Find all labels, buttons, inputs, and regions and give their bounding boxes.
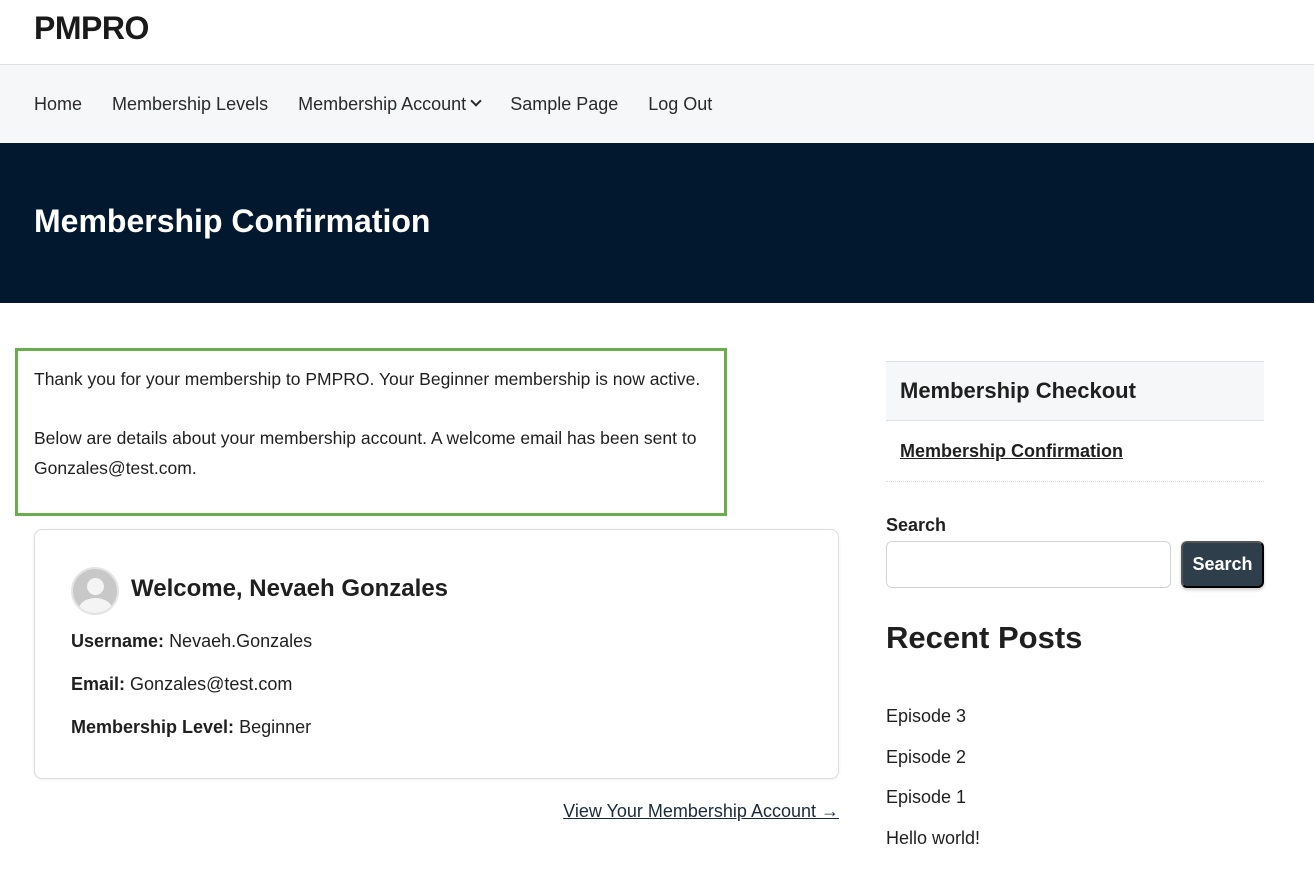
search-label: Search <box>886 515 947 535</box>
page-title: Membership Confirmation <box>34 203 431 239</box>
recent-posts-list: Episode 3 Episode 2 Episode 1 Hello worl… <box>886 704 980 867</box>
recent-post-link[interactable]: Episode 3 <box>886 704 980 745</box>
avatar-head <box>87 578 104 595</box>
email-row: Email: Gonzales@test.com <box>71 674 292 695</box>
username-label: Username: <box>71 631 165 651</box>
site-header: PMPRO <box>0 0 1314 65</box>
chevron-down-icon <box>470 95 482 107</box>
view-membership-account-link[interactable]: View Your Membership Account → <box>563 801 839 822</box>
checkout-nav-widget: Membership Checkout Membership Confirmat… <box>886 361 1264 482</box>
membership-level-row: Membership Level: Beginner <box>71 717 311 738</box>
email-value: Gonzales@test.com <box>130 674 293 694</box>
nav-item-home[interactable]: Home <box>34 94 82 115</box>
site-title[interactable]: PMPRO <box>34 10 149 47</box>
nav-item-label: Membership Levels <box>112 93 269 114</box>
avatar <box>71 567 119 615</box>
username-value: Nevaeh.Gonzales <box>169 631 313 651</box>
avatar-body <box>79 598 112 613</box>
recent-post-link[interactable]: Episode 1 <box>886 785 980 826</box>
nav-item-membership-account[interactable]: Membership Account <box>298 93 482 115</box>
checkout-nav-title: Membership Checkout <box>886 362 1264 421</box>
username-row: Username: Nevaeh.Gonzales <box>71 631 312 652</box>
confirmation-text-email: Below are details about your membership … <box>34 428 697 478</box>
nav-item-membership-levels[interactable]: Membership Levels <box>112 94 268 115</box>
nav-item-label: Sample Page <box>510 93 619 114</box>
welcome-heading: Welcome, Nevaeh Gonzales <box>131 575 449 602</box>
recent-post-link[interactable]: Hello world! <box>886 826 980 867</box>
account-card: Welcome, Nevaeh Gonzales Username: Nevae… <box>34 529 839 779</box>
search-button[interactable]: Search <box>1181 541 1264 588</box>
membership-level-value: Beginner <box>239 717 312 737</box>
email-label: Email: <box>71 674 126 694</box>
nav-list: Home Membership Levels Membership Accoun… <box>34 65 742 143</box>
nav-item-label: Home <box>34 93 83 114</box>
confirmation-text-active: Thank you for your membership to PMPRO. … <box>34 369 701 389</box>
nav-item-sample-page[interactable]: Sample Page <box>510 94 618 115</box>
checkout-nav-link-confirmation[interactable]: Membership Confirmation <box>886 421 1264 481</box>
main-navigation: Home Membership Levels Membership Accoun… <box>0 65 1314 143</box>
nav-item-log-out[interactable]: Log Out <box>648 94 712 115</box>
nav-item-label: Membership Account <box>298 93 467 114</box>
hero-banner: Membership Confirmation <box>0 143 1314 303</box>
search-input[interactable] <box>886 541 1171 588</box>
nav-item-label: Log Out <box>648 93 713 114</box>
recent-posts-title: Recent Posts <box>886 620 1083 655</box>
membership-level-label: Membership Level: <box>71 717 235 737</box>
confirmation-message: Thank you for your membership to PMPRO. … <box>15 348 727 516</box>
recent-post-link[interactable]: Episode 2 <box>886 745 980 786</box>
